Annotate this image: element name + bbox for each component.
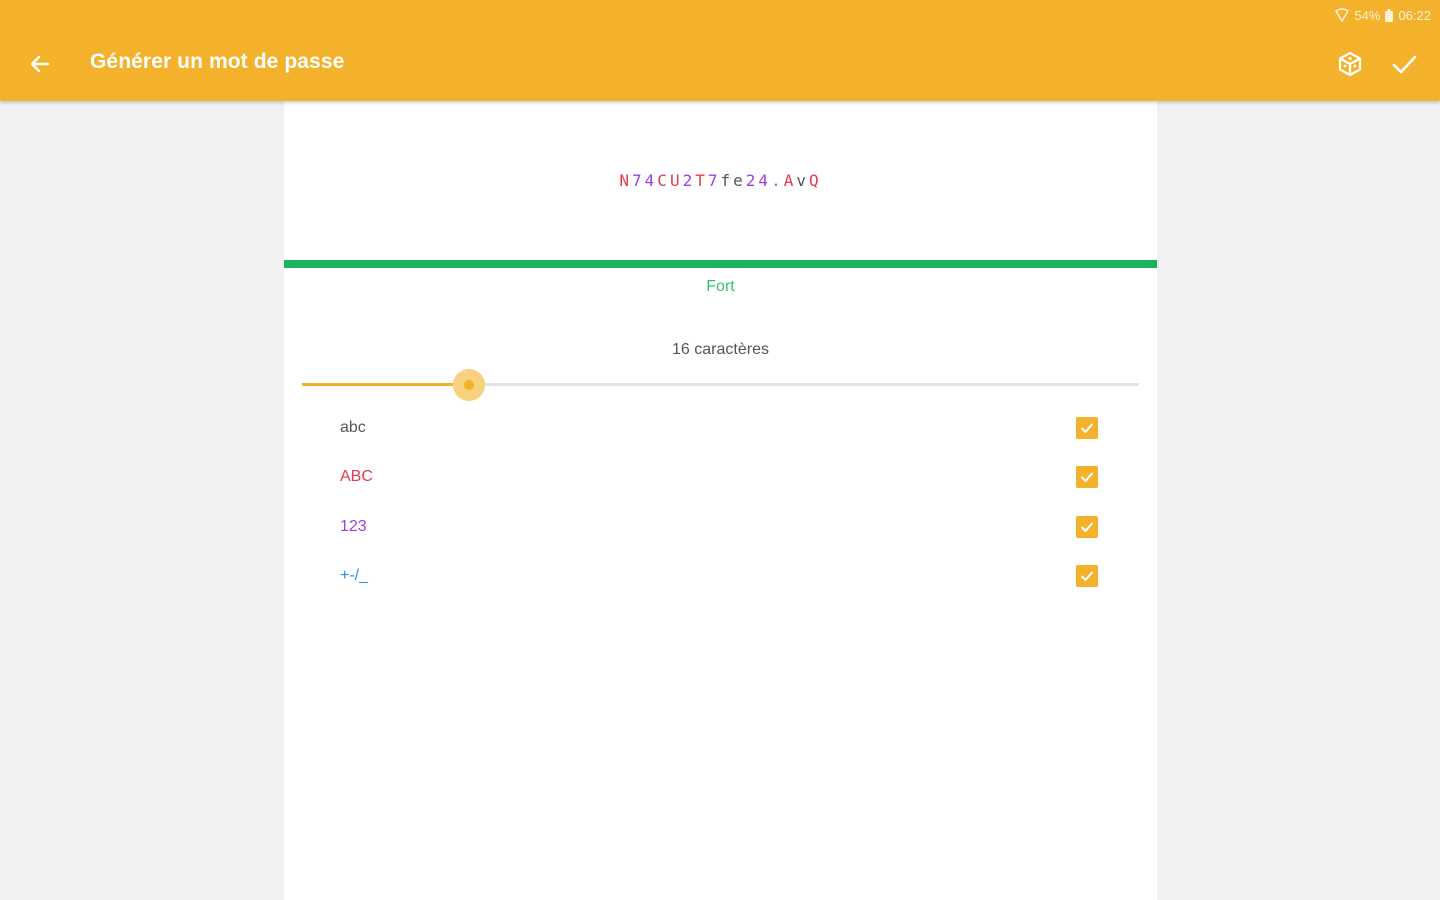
generator-card: N74CU2T7fe24.AvQ Fort 16 caractères abc … [284, 101, 1157, 900]
slider-thumb[interactable] [453, 369, 486, 401]
option-label: abc [340, 418, 366, 436]
check-icon [1081, 472, 1093, 483]
password-char: Q [808, 171, 822, 190]
option-digits[interactable]: 123 [284, 502, 1157, 552]
option-label: ABC [340, 468, 373, 486]
password-char: C [657, 171, 670, 190]
regenerate-button[interactable] [1332, 46, 1368, 82]
length-slider[interactable] [302, 369, 1139, 401]
uppercase-checkbox[interactable] [1076, 466, 1098, 489]
check-icon [1081, 571, 1093, 582]
option-lowercase[interactable]: abc [284, 403, 1157, 453]
confirm-button[interactable] [1386, 46, 1422, 82]
length-label: 16 caractères [672, 341, 769, 358]
password-char: f [720, 171, 734, 190]
option-symbols[interactable]: +-/_ [284, 552, 1157, 602]
password-char: 4 [758, 171, 772, 190]
password-char: 4 [644, 171, 658, 190]
check-icon [1081, 522, 1093, 532]
slider-thumb-dot [464, 380, 475, 390]
wifi-icon [1335, 8, 1350, 22]
password-char: 7 [632, 171, 645, 190]
password-char: e [733, 171, 746, 190]
password-char: 7 [707, 171, 721, 190]
digits-checkbox[interactable] [1076, 515, 1098, 538]
app-bar: 54% 06:22 Générer un mot de passe [0, 0, 1440, 101]
strength-bar [284, 260, 1157, 268]
password-char: v [796, 171, 809, 190]
option-label: +-/_ [340, 567, 369, 585]
check-icon [1081, 423, 1093, 433]
symbols-checkbox[interactable] [1076, 565, 1098, 588]
password-char: U [669, 171, 683, 190]
strength-label: Fort [706, 278, 735, 295]
password-char: . [771, 171, 784, 190]
check-icon [1392, 55, 1417, 74]
back-button[interactable] [22, 46, 58, 82]
clock: 06:22 [1398, 7, 1431, 23]
arrow-left-icon [30, 55, 50, 73]
lowercase-checkbox[interactable] [1076, 416, 1098, 439]
option-label: 123 [340, 517, 367, 535]
character-options: abc ABC 123 +-/_ [284, 403, 1157, 601]
slider-active-track [302, 383, 470, 386]
password-char: N [619, 171, 633, 190]
option-uppercase[interactable]: ABC [284, 453, 1157, 503]
dice-icon [1338, 51, 1362, 77]
password-char: 2 [745, 171, 759, 190]
battery-icon [1385, 8, 1394, 22]
strength-bar-fill [284, 260, 1157, 268]
generated-password[interactable]: N74CU2T7fe24.AvQ [284, 171, 1157, 190]
password-char: 2 [682, 171, 696, 190]
battery-percent: 54% [1354, 7, 1381, 23]
password-char: T [695, 171, 708, 190]
page-title: Générer un mot de passe [90, 50, 345, 73]
password-char: A [783, 171, 797, 190]
status-bar: 54% 06:22 [1335, 6, 1431, 24]
